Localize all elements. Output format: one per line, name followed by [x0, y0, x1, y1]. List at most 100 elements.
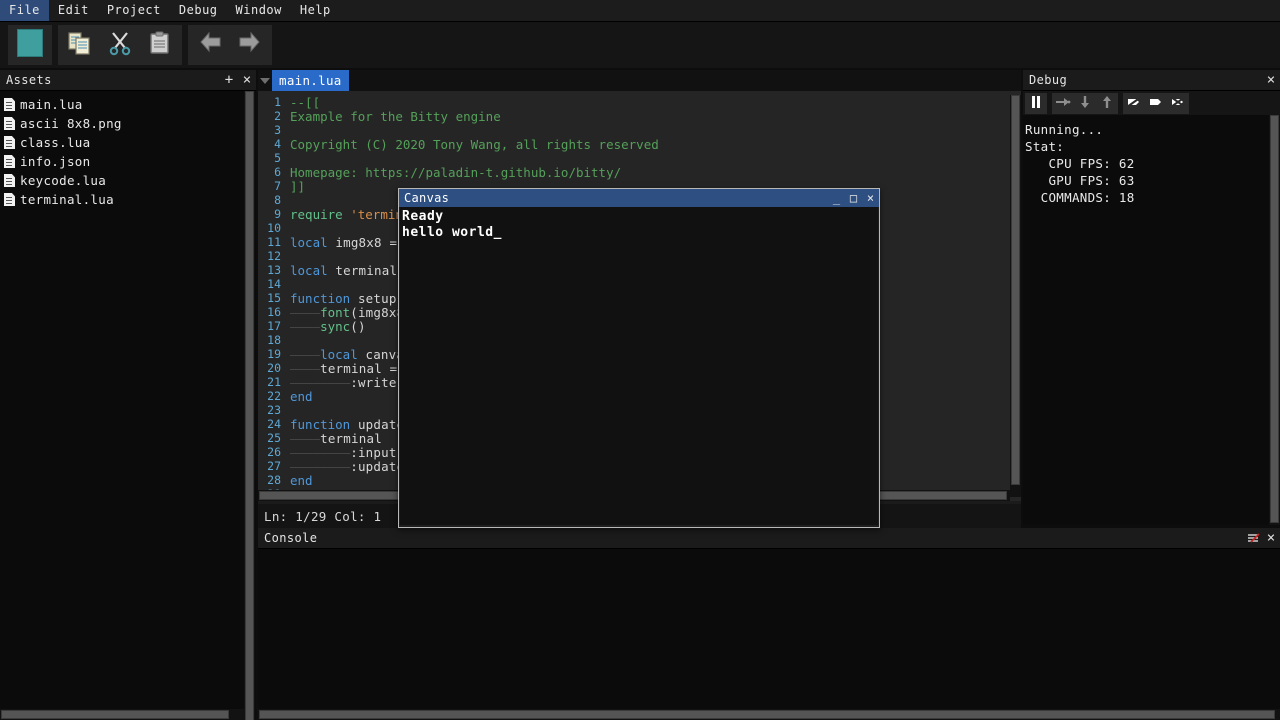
code-line[interactable]: 4Copyright (C) 2020 Tony Wang, all right…	[258, 137, 1021, 151]
line-number: 18	[258, 333, 290, 347]
collapse-tabs-button[interactable]	[258, 70, 272, 91]
file-icon	[4, 98, 15, 111]
code-token: end	[290, 473, 313, 488]
copy-button[interactable]	[60, 26, 100, 64]
step-out-button[interactable]	[1096, 93, 1118, 114]
undo-arrow-icon	[196, 30, 224, 60]
console-panel: Console ×	[258, 528, 1280, 720]
cut-button[interactable]	[100, 26, 140, 64]
canvas-window-title: Canvas	[399, 191, 828, 205]
redo-button[interactable]	[230, 26, 270, 64]
assets-panel: Assets + × main.lua ascii 8x8.png class.…	[0, 70, 256, 720]
code-line[interactable]: 2Example for the Bitty engine	[258, 109, 1021, 123]
code-line[interactable]: 1--[[	[258, 95, 1021, 109]
editor-vscrollbar-track[interactable]	[1010, 95, 1021, 497]
main-toolbar	[0, 22, 1280, 68]
line-number: 8	[258, 193, 290, 207]
assets-vscrollbar-track[interactable]	[244, 91, 255, 720]
editor-tab-bar: main.lua	[258, 70, 1021, 91]
line-number: 17	[258, 319, 290, 333]
line-number: 13	[258, 263, 290, 277]
code-token: ————	[290, 347, 320, 362]
current-line-button[interactable]	[1145, 93, 1167, 114]
minimize-button[interactable]: _	[828, 189, 845, 207]
redo-arrow-icon	[236, 30, 264, 60]
close-debug-panel-button[interactable]: ×	[1262, 70, 1280, 90]
step-out-icon	[1100, 94, 1114, 113]
console-output[interactable]	[258, 549, 1280, 553]
list-item[interactable]: info.json	[0, 152, 256, 171]
chevron-down-icon	[260, 78, 270, 84]
clear-console-button[interactable]	[1244, 528, 1262, 548]
line-number: 27	[258, 459, 290, 473]
line-number: 5	[258, 151, 290, 165]
debug-vscrollbar-thumb[interactable]	[1270, 115, 1279, 523]
console-hscrollbar-track[interactable]	[258, 709, 1280, 720]
menu-help[interactable]: Help	[291, 0, 340, 21]
debug-stat-header: Stat:	[1023, 138, 1280, 155]
menu-bar: File Edit Project Debug Window Help	[0, 0, 1280, 22]
asset-label: keycode.lua	[20, 173, 106, 188]
debug-status-line: Running...	[1023, 121, 1280, 138]
paste-button[interactable]	[140, 26, 180, 64]
menu-file[interactable]: File	[0, 0, 49, 21]
code-line[interactable]: 6Homepage: https://paladin-t.github.io/b…	[258, 165, 1021, 179]
list-item[interactable]: terminal.lua	[0, 190, 256, 209]
assets-hscrollbar-thumb[interactable]	[1, 710, 229, 719]
line-content: --[[	[290, 95, 320, 110]
code-line[interactable]: 3	[258, 123, 1021, 137]
code-token: local	[290, 235, 328, 250]
canvas-window[interactable]: Canvas _ □ × Ready hello world_	[398, 188, 880, 528]
line-content: ————————:input()	[290, 445, 412, 460]
list-item[interactable]: keycode.lua	[0, 171, 256, 190]
close-assets-panel-button[interactable]: ×	[238, 70, 256, 90]
code-token: ————————	[290, 375, 350, 390]
asset-label: info.json	[20, 154, 90, 169]
menu-edit[interactable]: Edit	[49, 0, 98, 21]
code-token: end	[290, 389, 313, 404]
canvas-window-titlebar[interactable]: Canvas _ □ ×	[399, 189, 879, 207]
assets-panel-header: Assets + ×	[0, 70, 256, 91]
scissors-icon	[107, 30, 133, 60]
assets-panel-title: Assets	[0, 73, 220, 87]
tab-main-lua[interactable]: main.lua	[272, 70, 349, 91]
canvas-surface[interactable]: Ready hello world_	[400, 207, 878, 525]
list-item[interactable]: main.lua	[0, 95, 256, 114]
menu-project[interactable]: Project	[98, 0, 170, 21]
list-item[interactable]: class.lua	[0, 133, 256, 152]
step-into-button[interactable]	[1074, 93, 1096, 114]
maximize-button[interactable]: □	[845, 189, 862, 207]
add-asset-button[interactable]: +	[220, 70, 238, 90]
code-token: Homepage: https://paladin-t.github.io/bi…	[290, 165, 621, 180]
line-content: ————terminal	[290, 431, 382, 446]
step-into-icon	[1078, 94, 1092, 113]
file-icon	[4, 174, 15, 187]
code-token: ()	[350, 319, 365, 334]
canvas-button[interactable]	[10, 26, 50, 64]
code-token: require	[290, 207, 350, 222]
code-line[interactable]: 5	[258, 151, 1021, 165]
menu-debug[interactable]: Debug	[170, 0, 227, 21]
step-over-button[interactable]	[1052, 93, 1074, 114]
assets-hscrollbar-track[interactable]	[0, 709, 244, 720]
undo-button[interactable]	[190, 26, 230, 64]
close-button[interactable]: ×	[862, 189, 879, 207]
editor-vscrollbar-thumb[interactable]	[1011, 95, 1020, 485]
line-number: 19	[258, 347, 290, 361]
close-console-panel-button[interactable]: ×	[1262, 528, 1280, 548]
clear-breakpoints-button[interactable]	[1167, 93, 1189, 114]
line-content: end	[290, 389, 313, 404]
code-token: function	[290, 291, 350, 306]
pause-button[interactable]	[1025, 93, 1047, 114]
toggle-breakpoint-button[interactable]	[1123, 93, 1145, 114]
code-token: font	[320, 305, 350, 320]
cursor-position-label: Ln: 1/29 Col: 1	[264, 509, 381, 524]
list-item[interactable]: ascii 8x8.png	[0, 114, 256, 133]
code-token: sync	[320, 319, 350, 334]
code-token: Copyright (C) 2020 Tony Wang, all rights…	[290, 137, 659, 152]
assets-vscrollbar-thumb[interactable]	[245, 91, 254, 720]
debug-vscrollbar-track[interactable]	[1269, 115, 1280, 525]
line-number: 10	[258, 221, 290, 235]
menu-window[interactable]: Window	[227, 0, 291, 21]
console-hscrollbar-thumb[interactable]	[259, 710, 1275, 719]
